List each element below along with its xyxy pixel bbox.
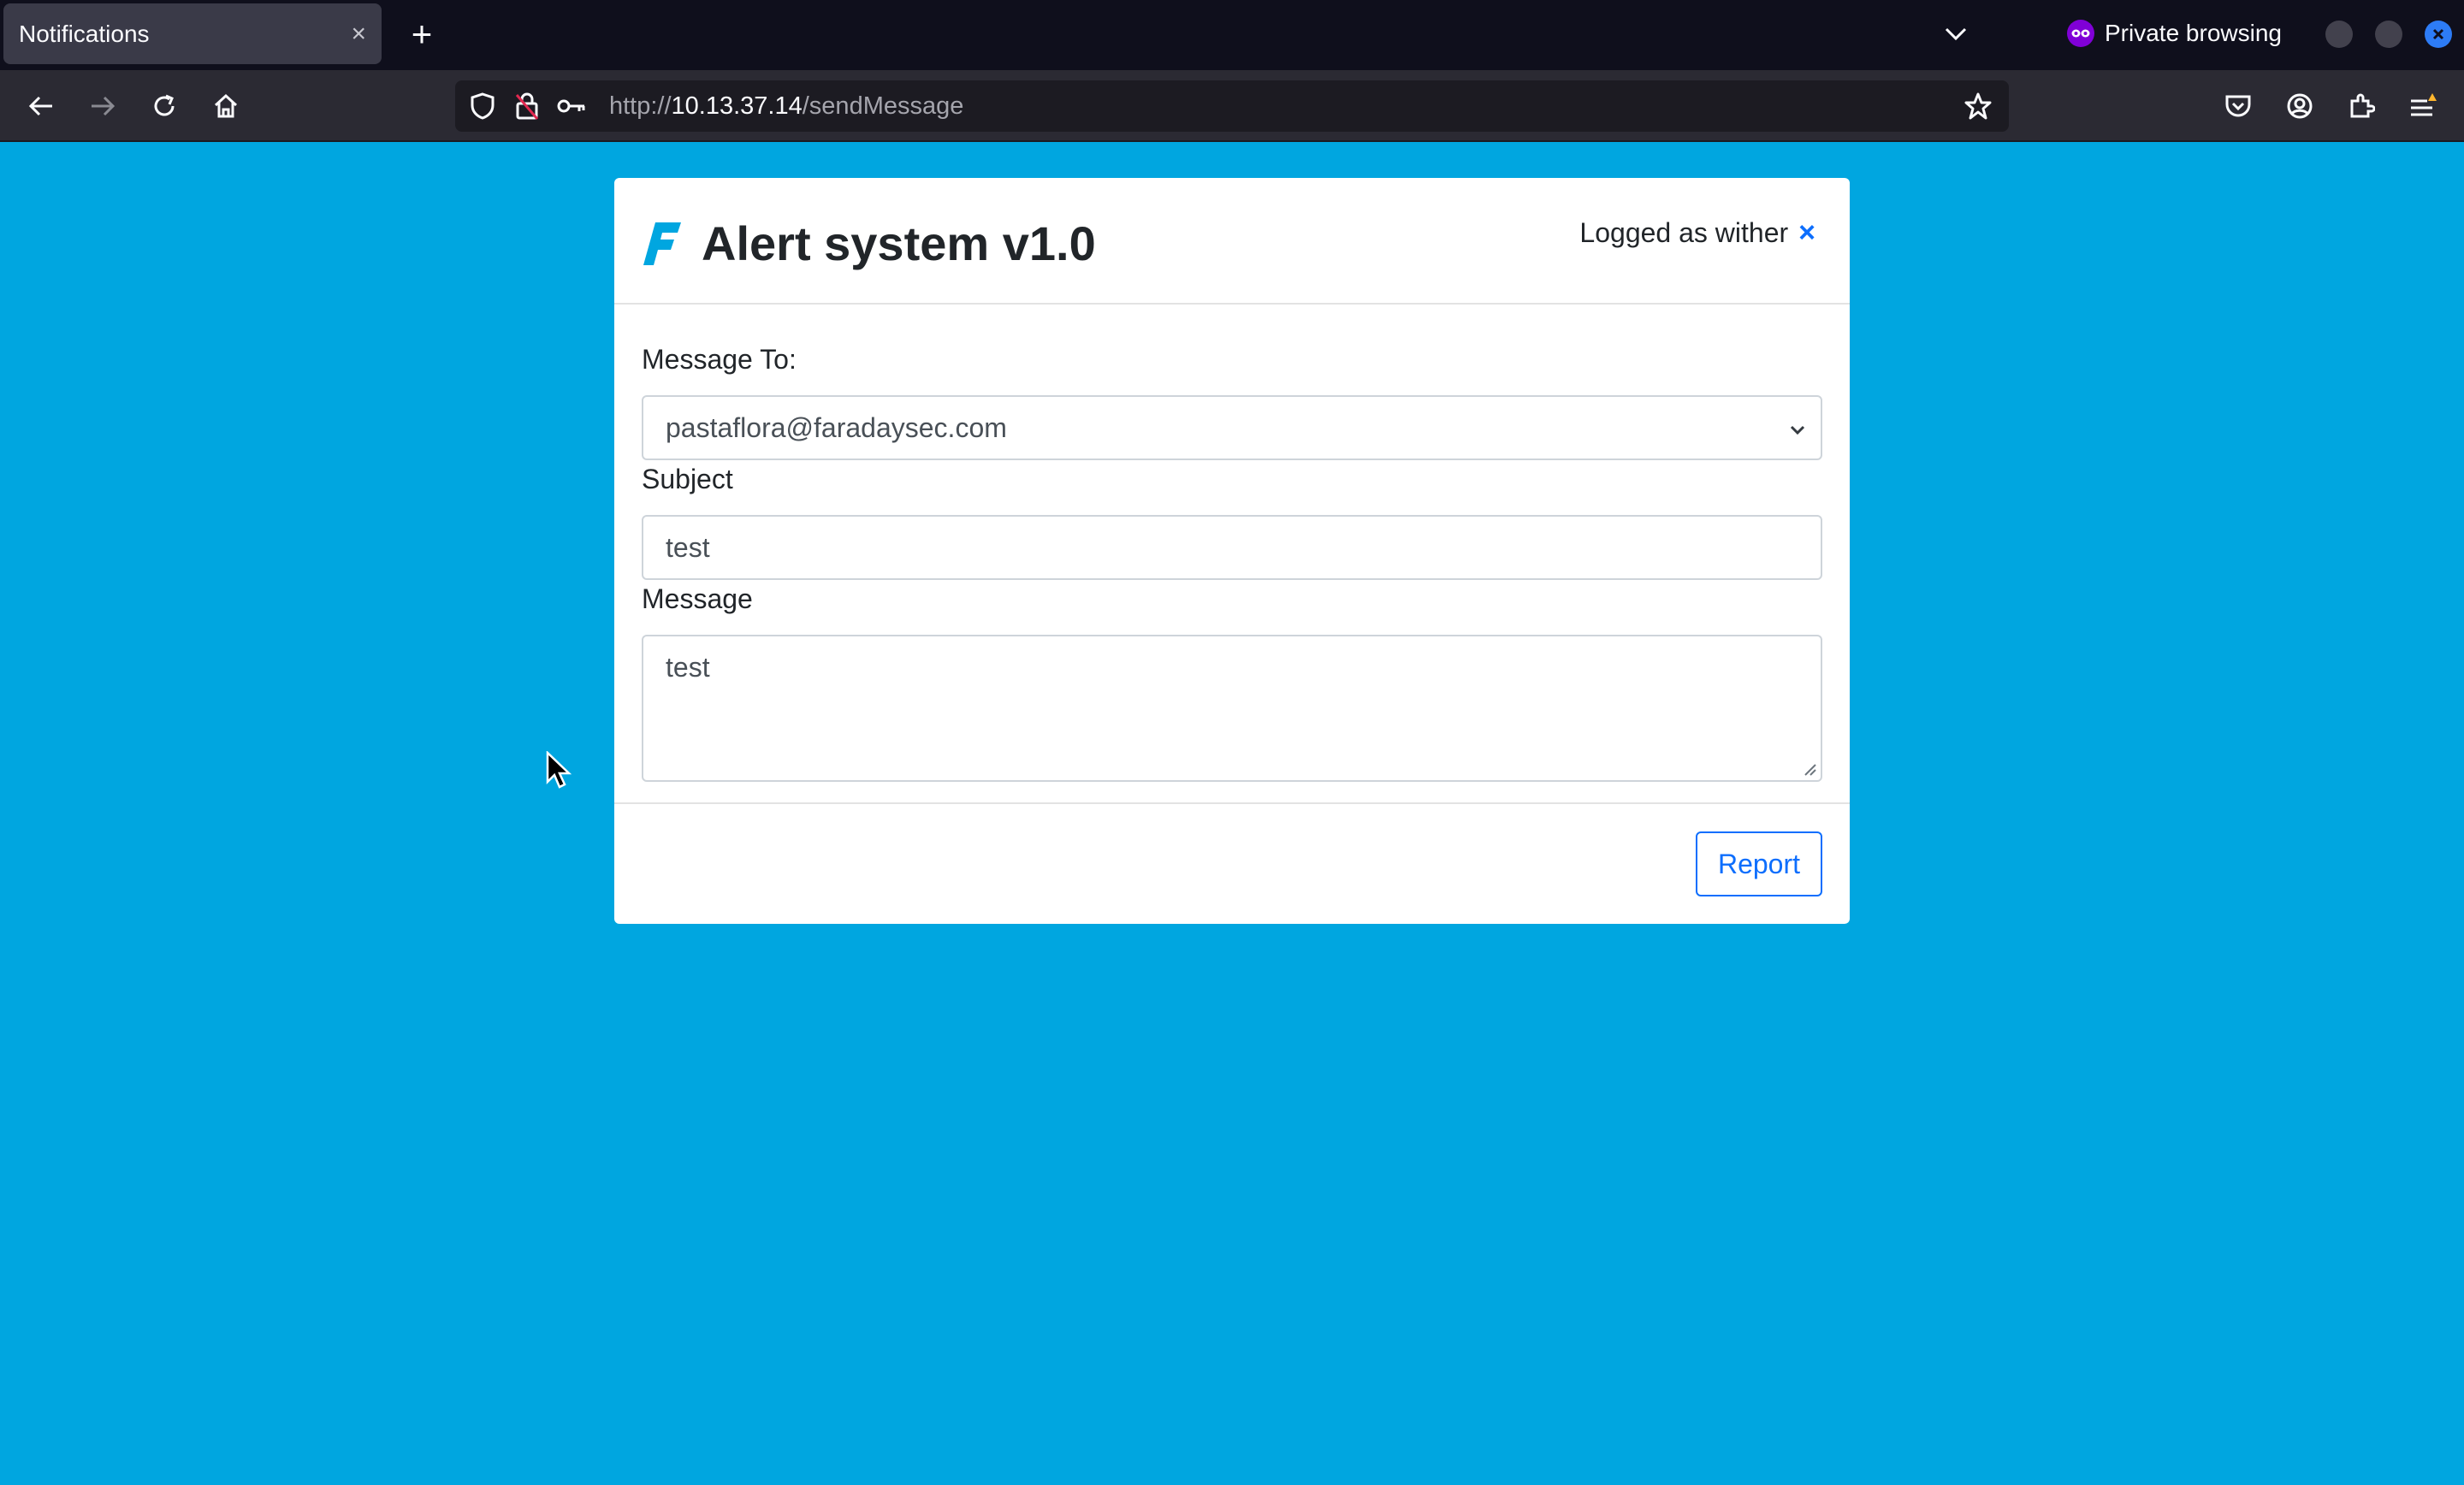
url-text[interactable]: http://10.13.37.14/sendMessage [609, 80, 963, 132]
insecure-lock-icon[interactable] [512, 91, 542, 121]
card-header: Alert system v1.0 Logged as wither × [614, 178, 1850, 305]
message-to-label: Message To: [642, 344, 797, 375]
account-icon [2287, 93, 2313, 119]
alert-system-card: Alert system v1.0 Logged as wither × Mes… [614, 178, 1850, 924]
private-browsing-indicator: Private browsing [2067, 14, 2282, 53]
reload-icon [154, 94, 175, 116]
back-button[interactable] [22, 87, 60, 125]
tab-close-icon[interactable]: × [351, 21, 366, 47]
logout-close-icon[interactable]: × [1798, 214, 1815, 251]
footer-divider [614, 802, 1850, 804]
extensions-button[interactable] [2343, 87, 2380, 125]
app-menu-button[interactable] [2404, 87, 2442, 125]
report-button[interactable]: Report [1696, 831, 1822, 896]
maximize-button[interactable] [2375, 21, 2402, 48]
new-tab-button[interactable]: + [402, 15, 441, 55]
forward-arrow-icon [92, 96, 116, 116]
message-textarea[interactable]: test [642, 635, 1822, 782]
logged-user-info: Logged as wither × [1579, 214, 1815, 251]
hamburger-menu-icon [2411, 93, 2437, 116]
page-title: Alert system v1.0 [702, 216, 1096, 270]
url-prefix: http:// [609, 92, 672, 120]
back-arrow-icon [28, 96, 52, 116]
window-close-button[interactable] [2425, 21, 2452, 48]
key-icon[interactable] [556, 91, 587, 121]
logged-as-text: Logged as wither [1579, 217, 1789, 248]
account-button[interactable] [2281, 87, 2319, 125]
subject-input[interactable]: test [642, 515, 1822, 580]
pocket-icon [2225, 95, 2251, 117]
shield-icon[interactable] [467, 91, 498, 121]
subject-label: Subject [642, 464, 733, 494]
reload-button[interactable] [145, 87, 183, 125]
message-value: test [666, 652, 710, 683]
navigation-toolbar: http://10.13.37.14/sendMessage [0, 70, 2464, 142]
home-icon [214, 93, 238, 118]
private-mask-icon [2067, 20, 2094, 47]
tab-notifications[interactable]: Notifications × [3, 3, 382, 64]
home-button[interactable] [207, 87, 245, 125]
url-path: /sendMessage [802, 92, 964, 120]
tab-bar: Notifications × + Private browsing [0, 0, 2464, 70]
private-browsing-label: Private browsing [2105, 20, 2282, 46]
recipient-select[interactable]: pastaflora@faradaysec.com [642, 395, 1822, 460]
message-label: Message [642, 583, 753, 614]
subject-value: test [666, 531, 710, 563]
pocket-button[interactable] [2219, 87, 2257, 125]
forward-button[interactable] [84, 87, 121, 125]
puzzle-icon [2350, 93, 2375, 118]
url-bar[interactable]: http://10.13.37.14/sendMessage [455, 80, 2009, 132]
bookmark-star-icon[interactable] [1963, 91, 1993, 121]
tab-title: Notifications [19, 20, 150, 47]
resize-handle-icon[interactable] [1800, 760, 1817, 777]
minimize-button[interactable] [2325, 21, 2353, 48]
recipient-selected-value: pastaflora@faradaysec.com [666, 411, 1007, 443]
mouse-cursor-icon [546, 751, 572, 789]
close-icon [2432, 28, 2444, 40]
chevron-down-icon [1790, 425, 1805, 435]
url-host: 10.13.37.14 [671, 92, 803, 120]
faraday-logo-icon [643, 222, 681, 265]
tab-list-chevron-icon[interactable] [1939, 17, 1973, 51]
